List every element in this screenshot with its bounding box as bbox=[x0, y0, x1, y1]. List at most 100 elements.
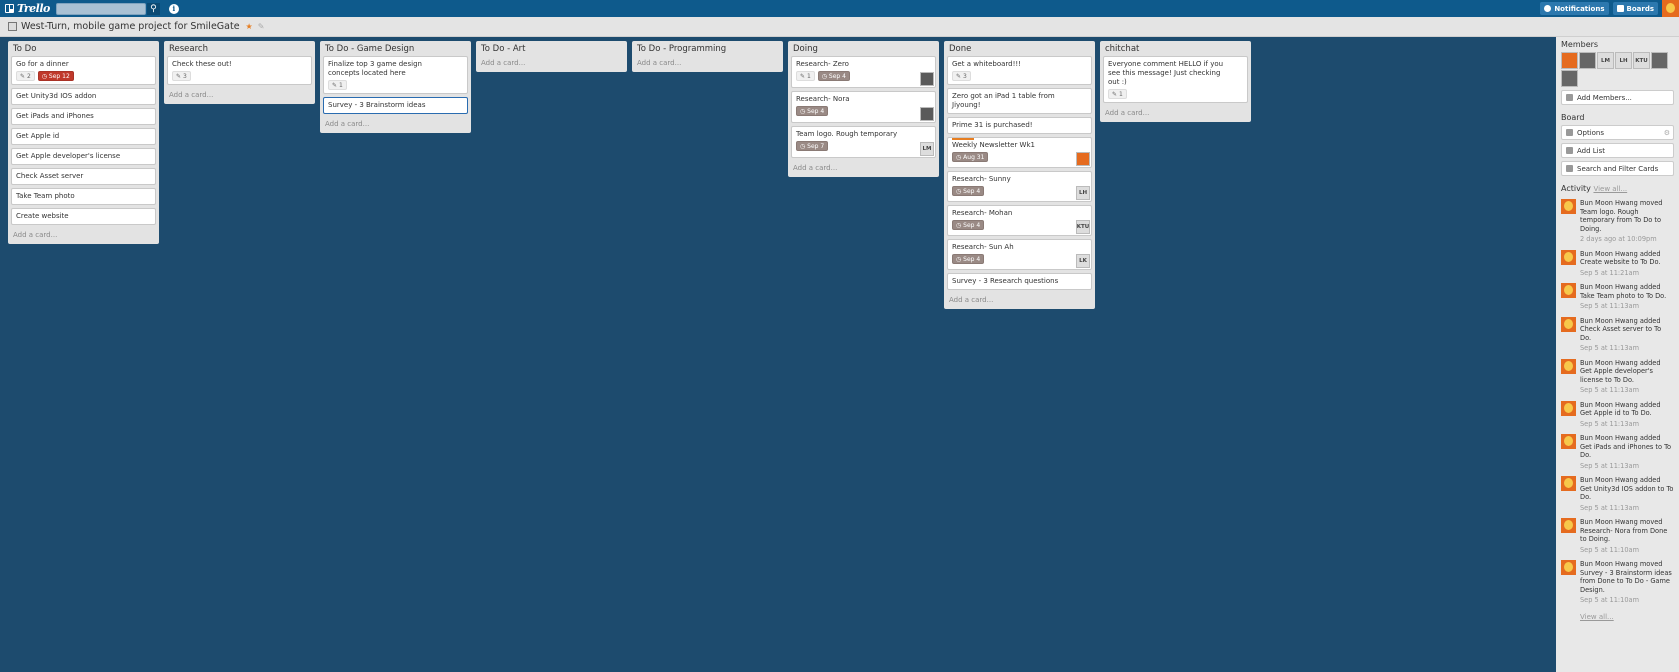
add-card-link[interactable]: Add a card... bbox=[947, 293, 1092, 307]
notifications-label: Notifications bbox=[1554, 4, 1605, 13]
comment-count: 1 bbox=[806, 72, 811, 80]
card[interactable]: Check Asset server bbox=[11, 168, 156, 185]
comments-badge: ✎ 3 bbox=[172, 71, 191, 81]
add-card-link[interactable]: Add a card... bbox=[323, 117, 468, 131]
avatar[interactable] bbox=[1561, 249, 1576, 265]
card[interactable]: Team logo. Rough temporary ◷ Sep 7 LM bbox=[791, 126, 936, 158]
member-avatar[interactable] bbox=[1561, 52, 1578, 69]
member-avatar[interactable]: KTU bbox=[1633, 52, 1650, 69]
list-title[interactable]: Doing bbox=[791, 41, 936, 56]
list-title[interactable]: chitchat bbox=[1103, 41, 1248, 56]
avatar[interactable] bbox=[1561, 316, 1576, 332]
member-avatar[interactable]: LK bbox=[1076, 254, 1090, 268]
notifications-button[interactable]: Notifications bbox=[1540, 2, 1609, 15]
activity-time[interactable]: Sep 5 at 11:13am bbox=[1580, 386, 1674, 395]
list-title[interactable]: To Do - Game Design bbox=[323, 41, 468, 56]
list-to-do-game-design: To Do - Game Design Finalize top 3 game … bbox=[320, 41, 471, 133]
card[interactable]: Survey - 3 Research questions bbox=[947, 273, 1092, 290]
card[interactable]: Weekly Newsletter Wk1 ◷ Aug 31 bbox=[947, 137, 1092, 168]
avatar[interactable] bbox=[1561, 199, 1576, 214]
add-card-link[interactable]: Add a card... bbox=[791, 161, 936, 175]
search-filter-button[interactable]: Search and Filter Cards bbox=[1561, 161, 1674, 176]
boards-button[interactable]: Boards bbox=[1612, 2, 1658, 15]
card[interactable]: Research- Sunny ◷ Sep 4 LH bbox=[947, 171, 1092, 202]
card[interactable]: Take Team photo bbox=[11, 188, 156, 205]
avatar[interactable] bbox=[1561, 476, 1576, 491]
card[interactable]: Research- Zero ✎ 1 ◷ Sep 4 bbox=[791, 56, 936, 88]
member-avatar[interactable] bbox=[1076, 152, 1090, 166]
star-icon[interactable]: ★ bbox=[246, 22, 253, 31]
activity-time[interactable]: Sep 5 at 11:13am bbox=[1580, 504, 1674, 513]
add-card-link[interactable]: Add a card... bbox=[1103, 106, 1248, 120]
info-icon[interactable]: i bbox=[168, 3, 179, 14]
add-card-link[interactable]: Add a card... bbox=[479, 56, 624, 70]
avatar[interactable] bbox=[1561, 560, 1576, 575]
card[interactable]: Go for a dinner ✎ 2 ◷ Sep 12 bbox=[11, 56, 156, 85]
card[interactable]: Finalize top 3 game design concepts loca… bbox=[323, 56, 468, 94]
list-title[interactable]: To Do - Programming bbox=[635, 41, 780, 56]
list-title[interactable]: Done bbox=[947, 41, 1092, 56]
member-avatar[interactable] bbox=[1579, 52, 1596, 69]
member-avatar[interactable] bbox=[920, 107, 934, 121]
comment-count: 1 bbox=[1118, 90, 1123, 98]
activity-time[interactable]: Sep 5 at 11:10am bbox=[1580, 546, 1674, 555]
card[interactable]: Check these out! ✎ 3 bbox=[167, 56, 312, 85]
activity-time[interactable]: Sep 5 at 11:21am bbox=[1580, 269, 1674, 278]
activity-time[interactable]: Sep 5 at 11:13am bbox=[1580, 344, 1674, 353]
activity-time[interactable]: Sep 5 at 11:13am bbox=[1580, 420, 1674, 429]
activity-title: Activity bbox=[1561, 184, 1591, 193]
user-avatar[interactable] bbox=[1662, 0, 1679, 17]
add-card-link[interactable]: Add a card... bbox=[635, 56, 780, 70]
activity-time[interactable]: Sep 5 at 11:13am bbox=[1580, 462, 1674, 471]
search-icon[interactable]: ⚲ bbox=[146, 2, 160, 15]
avatar[interactable] bbox=[1561, 518, 1576, 533]
list-title[interactable]: To Do bbox=[11, 41, 156, 56]
add-list-button[interactable]: Add List bbox=[1561, 143, 1674, 158]
view-all-link[interactable]: View all... bbox=[1580, 613, 1614, 621]
member-avatar[interactable]: LM bbox=[920, 142, 934, 156]
member-avatar[interactable]: LH bbox=[1615, 52, 1632, 69]
avatar[interactable] bbox=[1561, 358, 1576, 374]
activity-time[interactable]: Sep 5 at 11:13am bbox=[1580, 302, 1674, 311]
add-card-link[interactable]: Add a card... bbox=[167, 88, 312, 102]
card[interactable]: Get a whiteboard!!! ✎ 3 bbox=[947, 56, 1092, 85]
card[interactable]: Get Apple developer's license bbox=[11, 148, 156, 165]
member-avatar[interactable] bbox=[1651, 52, 1668, 69]
card[interactable]: Research- Sun Ah ◷ Sep 4 LK bbox=[947, 239, 1092, 270]
member-avatar[interactable] bbox=[1561, 70, 1578, 87]
card[interactable]: Research- Mohan ◷ Sep 4 KTU bbox=[947, 205, 1092, 236]
card[interactable]: Get Apple id bbox=[11, 128, 156, 145]
activity-item: Bun Moon Hwang added Create website to T… bbox=[1561, 249, 1674, 278]
search-input[interactable] bbox=[55, 2, 146, 15]
avatar[interactable] bbox=[1561, 283, 1576, 298]
card[interactable]: Everyone comment HELLO if you see this m… bbox=[1103, 56, 1248, 103]
avatar[interactable] bbox=[1561, 434, 1576, 449]
list-title[interactable]: To Do - Art bbox=[479, 41, 624, 56]
list-title[interactable]: Research bbox=[167, 41, 312, 56]
member-avatar[interactable]: KTU bbox=[1076, 220, 1090, 234]
activity-item: Bun Moon Hwang added Get Unity3d IOS add… bbox=[1561, 476, 1674, 512]
member-avatar[interactable] bbox=[920, 72, 934, 86]
board-heading: Board bbox=[1561, 113, 1585, 122]
card[interactable]: Research- Nora ◷ Sep 4 bbox=[791, 91, 936, 123]
card[interactable]: Survey - 3 Brainstorm ideas bbox=[323, 97, 468, 114]
add-members-button[interactable]: Add Members... bbox=[1561, 90, 1674, 105]
card[interactable]: Get Unity3d IOS addon bbox=[11, 88, 156, 105]
edit-icon[interactable]: ✎ bbox=[258, 22, 265, 31]
due-date-badge: ◷ Sep 7 bbox=[796, 141, 829, 151]
member-avatar[interactable]: LH bbox=[1076, 186, 1090, 200]
trello-logo[interactable]: Trello bbox=[5, 2, 50, 15]
card[interactable]: Zero got an iPad 1 table from Jiyoung! bbox=[947, 88, 1092, 114]
options-button[interactable]: Options ⚙ bbox=[1561, 125, 1674, 140]
activity-text: Bun Moon Hwang moved Survey - 3 Brainsto… bbox=[1580, 560, 1672, 594]
avatar[interactable] bbox=[1561, 400, 1576, 416]
card[interactable]: Get iPads and iPhones bbox=[11, 108, 156, 125]
activity-time[interactable]: 2 days ago at 10:09pm bbox=[1580, 235, 1674, 244]
member-avatar[interactable]: LM bbox=[1597, 52, 1614, 69]
view-all-link[interactable]: View all... bbox=[1593, 185, 1627, 193]
add-card-link[interactable]: Add a card... bbox=[11, 228, 156, 242]
card[interactable]: Create website bbox=[11, 208, 156, 225]
activity-time[interactable]: Sep 5 at 11:10am bbox=[1580, 596, 1674, 605]
card[interactable]: Prime 31 is purchased! bbox=[947, 117, 1092, 134]
board-title[interactable]: West-Turn, mobile game project for Smile… bbox=[21, 21, 240, 32]
